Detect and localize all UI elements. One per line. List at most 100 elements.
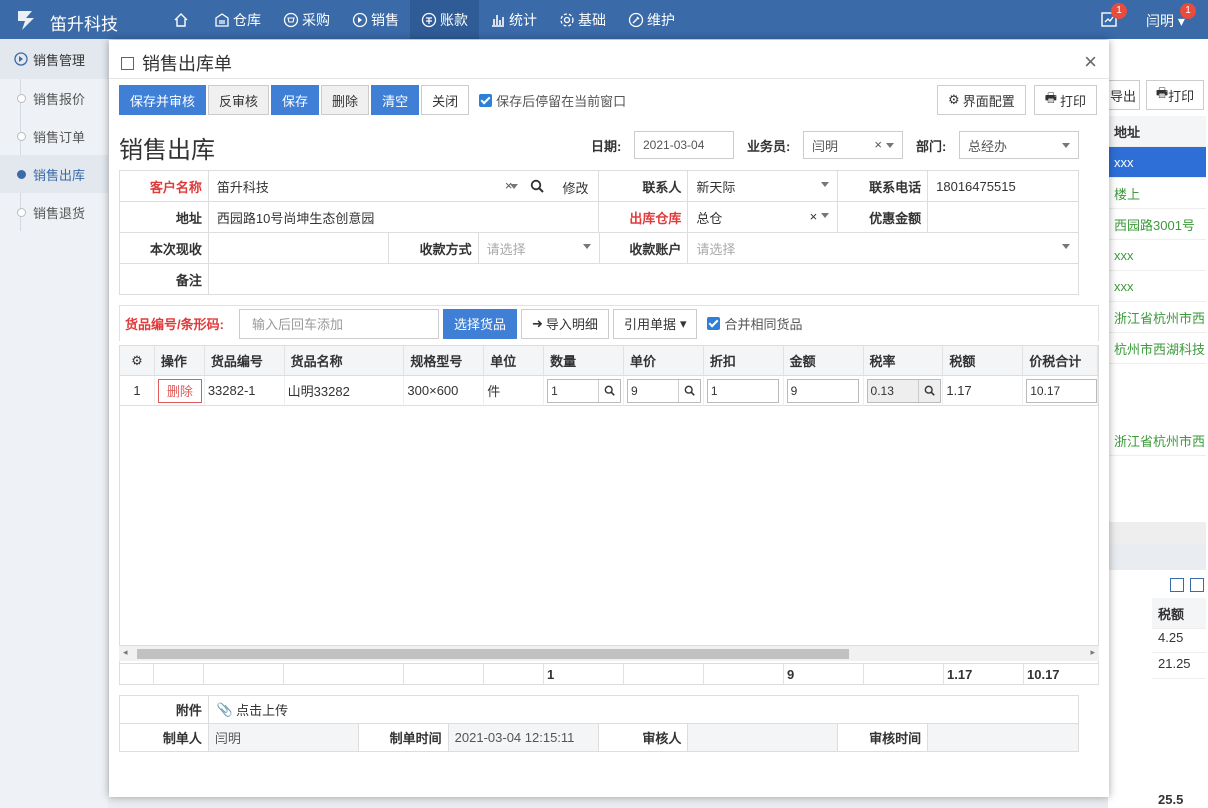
search-icon[interactable] (598, 379, 620, 402)
home-icon (174, 12, 188, 27)
clear-x-icon[interactable]: × (810, 209, 818, 224)
date-input[interactable]: 2021-03-04 (634, 131, 734, 159)
phone-field[interactable]: 18016475515 (928, 171, 1079, 202)
bg-tax-total: 25.5 (1152, 784, 1206, 808)
bg-scrollbar[interactable] (1108, 522, 1206, 544)
auditor-value (688, 724, 839, 752)
scroll-right-icon[interactable]: ▸ (1090, 647, 1095, 658)
customer-label: 客户名称 (120, 171, 209, 202)
ui-config-button[interactable]: ⚙ 界面配置 (937, 85, 1026, 115)
close-icon[interactable]: × (1084, 49, 1097, 75)
bg-tax-cell: 21.25 (1152, 648, 1206, 679)
customer-field[interactable]: 笛升科技 × 修改 (208, 171, 600, 202)
sidebar-item-outbound[interactable]: 销售出库 (0, 155, 108, 193)
date-label: 日期: (591, 139, 622, 154)
scroll-left-icon[interactable]: ◂ (123, 647, 128, 658)
cell-code: 33282-1 (204, 376, 285, 406)
contact-select[interactable]: 新天际 (688, 171, 839, 202)
table-hscrollbar[interactable]: ◂ ▸ (119, 645, 1099, 661)
pay-method-select[interactable]: 请选择 (478, 233, 600, 264)
save-audit-button[interactable]: 保存并审核 (119, 85, 207, 115)
sidebar-item-quote[interactable]: 销售报价 (0, 79, 108, 117)
save-button[interactable]: 保存 (271, 85, 320, 115)
address-field[interactable]: 西园路10号尚坤生态创意园 (208, 202, 600, 233)
bg-print-button[interactable]: 🖶 打印 (1146, 80, 1204, 110)
chevron-down-icon (582, 244, 591, 249)
sidebar-item-order[interactable]: 销售订单 (0, 117, 108, 155)
print-button[interactable]: 🖶 打印 (1033, 85, 1097, 115)
import-detail-button[interactable]: ➜ 导入明细 (521, 308, 609, 339)
merge-goods-checkbox[interactable]: 合并相同货品 (707, 314, 803, 333)
printer-icon: 🖶 (1044, 90, 1057, 105)
modal-toolbar: 保存并审核 反审核 保存 删除 清空 关闭 保存后停留在当前窗口 (119, 85, 626, 115)
sales-outbound-modal: 销售出库单 × 保存并审核 反审核 保存 删除 清空 关闭 保存后停留在当前窗口… (109, 40, 1109, 797)
logo-icon (18, 11, 34, 30)
remark-field[interactable] (208, 264, 1079, 295)
received-field[interactable] (208, 233, 389, 264)
close-button[interactable]: 关闭 (421, 85, 470, 115)
minimize-icon[interactable] (1170, 578, 1184, 592)
qty-input[interactable]: 1 (547, 378, 622, 403)
chevron-down-icon (1062, 143, 1070, 148)
amount-input[interactable]: 9 (786, 378, 859, 403)
stay-checkbox[interactable]: 保存后停留在当前窗口 (479, 91, 626, 110)
reference-doc-button[interactable]: 引用单据 ▾ (612, 308, 698, 339)
bg-address-cell: 西园路3001号 (1108, 209, 1206, 240)
nav-purchase[interactable]: 采购 (272, 0, 341, 39)
salesman-label: 业务员: (747, 139, 791, 154)
maximize-icon[interactable] (1190, 578, 1204, 592)
dept-label: 部门: (916, 139, 947, 154)
unaudit-button[interactable]: 反审核 (208, 85, 270, 115)
search-icon[interactable] (677, 379, 700, 402)
price-input[interactable]: 9 (626, 378, 701, 403)
table-row: 1 删除 33282-1 山明33282 300×600 件 1 9 1 9 0… (120, 376, 1098, 406)
address-label: 地址 (120, 202, 209, 233)
column-settings-icon[interactable]: ⚙ (120, 346, 155, 376)
dept-select[interactable]: 总经办 (959, 131, 1079, 159)
bg-address-cell: xxx (1108, 240, 1206, 271)
delete-row-button[interactable]: 删除 (157, 378, 202, 403)
total-input[interactable]: 10.17 (1026, 378, 1098, 403)
caret-down-icon: ▾ (679, 315, 687, 331)
main-nav: 仓库 采购 销售 账款 统计 基础 维护 (162, 0, 686, 39)
nav-home[interactable] (162, 0, 203, 39)
edit-customer-link[interactable]: 修改 (562, 178, 588, 197)
chart-icon (492, 14, 504, 27)
footer-amount: 9 (784, 664, 864, 685)
discount-field[interactable] (928, 202, 1079, 233)
nav-maintain[interactable]: 维护 (617, 0, 686, 39)
window-icon (121, 56, 134, 70)
search-icon[interactable] (917, 379, 940, 402)
sidebar-title[interactable]: 销售管理 (0, 39, 108, 79)
discount-label: 优惠金额 (838, 202, 929, 233)
chevron-down-icon (821, 182, 830, 187)
tax-rate-input[interactable]: 0.13 (866, 378, 941, 403)
bg-export-button[interactable]: 导出 (1106, 80, 1140, 110)
scroll-thumb[interactable] (137, 649, 849, 659)
delete-button[interactable]: 删除 (321, 85, 370, 115)
nav-accounts[interactable]: 账款 (410, 0, 479, 39)
goods-code-input[interactable]: 输入后回车添加 (239, 308, 439, 339)
col-discount: 折扣 (703, 346, 784, 376)
col-action: 操作 (154, 346, 205, 376)
nav-statistics[interactable]: 统计 (479, 0, 548, 39)
discount-input[interactable]: 1 (706, 378, 779, 403)
clear-button[interactable]: 清空 (371, 85, 420, 115)
account-select[interactable]: 请选择 (688, 233, 1079, 264)
salesman-select[interactable]: 闫明 × (803, 131, 903, 159)
search-icon[interactable] (530, 179, 545, 193)
bg-address-header: 地址 (1108, 116, 1206, 147)
nav-warehouse[interactable]: 仓库 (203, 0, 272, 39)
tag-icon (14, 52, 28, 66)
user-badge: 1 (1180, 3, 1196, 19)
upload-link[interactable]: 📎 点击上传 (208, 696, 1079, 724)
header-form: 客户名称 笛升科技 × 修改 联系人 新天际 联系电话 18016475515 … (119, 170, 1079, 295)
clear-x-icon[interactable]: × (874, 137, 882, 152)
warehouse-select[interactable]: 总仓 × (688, 202, 839, 233)
nav-basic[interactable]: 基础 (548, 0, 617, 39)
user-menu[interactable]: 闫明 ▾ (1146, 11, 1185, 31)
goods-toolbar: 货品编号/条形码: 输入后回车添加 选择货品 ➜ 导入明细 引用单据 ▾ 合并相同货… (119, 305, 1099, 341)
nav-sales[interactable]: 销售 (341, 0, 410, 39)
sidebar-item-return[interactable]: 销售退货 (0, 193, 108, 231)
select-goods-button[interactable]: 选择货品 (443, 308, 518, 339)
